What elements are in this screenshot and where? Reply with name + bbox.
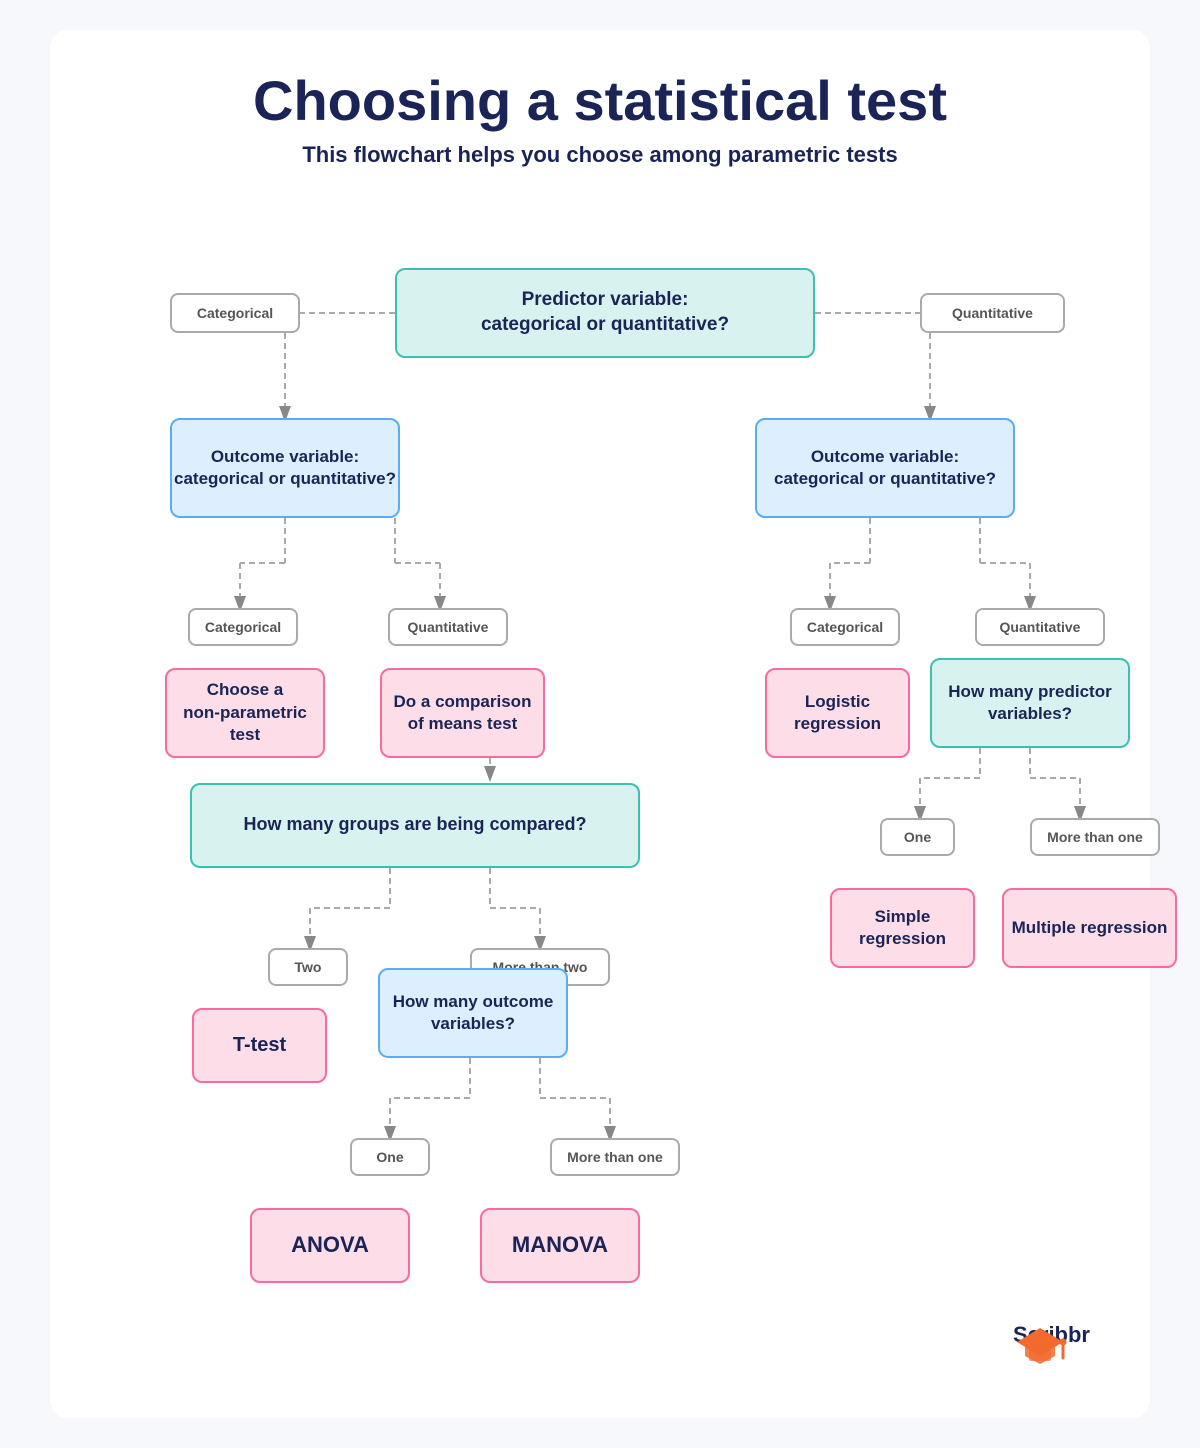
quantitative-top-label: Quantitative <box>920 293 1065 333</box>
logistic-regression-box: Logistic regression <box>765 668 910 758</box>
non-parametric-box: Choose a non-parametric test <box>165 668 325 758</box>
categorical-left-label: Categorical <box>188 608 298 646</box>
one-right-label: One <box>880 818 955 856</box>
anova-box: ANOVA <box>250 1208 410 1283</box>
how-many-outcome-box: How many outcome variables? <box>378 968 568 1058</box>
quantitative-right-label: Quantitative <box>975 608 1105 646</box>
multiple-regression-box: Multiple regression <box>1002 888 1177 968</box>
manova-box: MANOVA <box>480 1208 640 1283</box>
page-subtitle: This flowchart helps you choose among pa… <box>110 142 1090 168</box>
simple-regression-box: Simple regression <box>830 888 975 968</box>
more-than-one-right-label: More than one <box>1030 818 1160 856</box>
categorical-right-label: Categorical <box>790 608 900 646</box>
scribbr-text: Scribbr <box>1013 1322 1090 1348</box>
how-many-predictor-box: How many predictor variables? <box>930 658 1130 748</box>
page-title: Choosing a statistical test <box>110 70 1090 132</box>
categorical-top-label: Categorical <box>170 293 300 333</box>
t-test-box: T-test <box>192 1008 327 1083</box>
quantitative-left-label: Quantitative <box>388 608 508 646</box>
comparison-means-box: Do a comparison of means test <box>380 668 545 758</box>
more-than-one-left-label: More than one <box>550 1138 680 1176</box>
two-label: Two <box>268 948 348 986</box>
predictor-box: Predictor variable: categorical or quant… <box>395 268 815 358</box>
scribbr-logo: Scribbr <box>1013 1320 1090 1348</box>
one-left-label: One <box>350 1138 430 1176</box>
outcome-left-box: Outcome variable: categorical or quantit… <box>170 418 400 518</box>
outcome-right-box: Outcome variable: categorical or quantit… <box>755 418 1015 518</box>
how-many-groups-box: How many groups are being compared? <box>190 783 640 868</box>
